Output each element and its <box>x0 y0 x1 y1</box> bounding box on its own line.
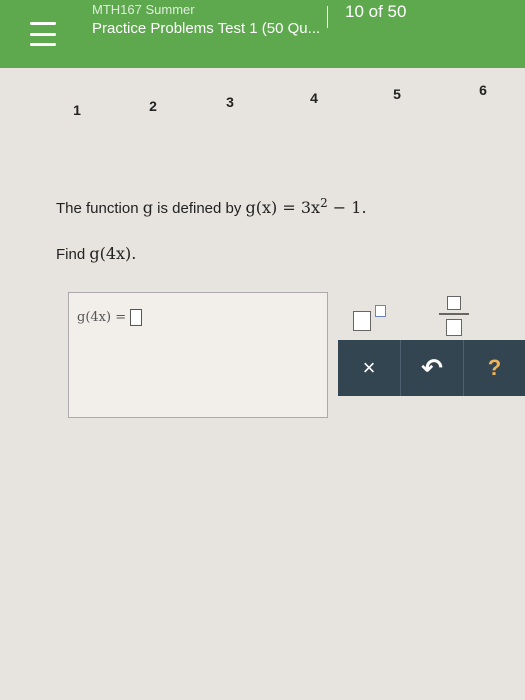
fraction-icon <box>439 296 469 336</box>
find-instruction: Find g(4x). <box>56 244 136 263</box>
find-expression: g(4x). <box>89 244 137 263</box>
answer-cursor-slot[interactable] <box>130 309 143 326</box>
question-nav-item-3[interactable]: 3 <box>215 94 245 110</box>
math-toolpad: × ↶ ? <box>338 294 525 404</box>
undo-button[interactable]: ↶ <box>401 340 463 396</box>
question-statement: The function g is defined by g(x) = 3x2 … <box>56 196 367 217</box>
help-button[interactable]: ? <box>464 340 525 396</box>
superscript-icon <box>353 305 387 331</box>
question-nav-item-5[interactable]: 5 <box>382 86 412 102</box>
clear-icon: × <box>362 355 376 380</box>
action-bar: × ↶ ? <box>338 340 525 396</box>
question-nav-item-4[interactable]: 4 <box>299 90 329 106</box>
question-progress: 10 of 50 <box>345 2 407 21</box>
top-bar: MTH167 Summer Practice Problems Test 1 (… <box>0 0 525 68</box>
question-text-mid: is defined by <box>152 200 246 217</box>
answer-label: g(4x) = <box>77 310 127 325</box>
function-symbol: g <box>142 198 153 217</box>
question-nav: 1 2 3 4 5 6 <box>40 80 520 120</box>
clear-button[interactable]: × <box>338 340 400 396</box>
fraction-button[interactable] <box>430 294 478 338</box>
definition-lhs: g(x) = 3x <box>245 198 321 217</box>
question-text-prefix: The function <box>56 200 143 217</box>
definition-rhs: − 1. <box>327 198 367 217</box>
question-nav-item-6[interactable]: 6 <box>468 82 498 98</box>
question-nav-item-2[interactable]: 2 <box>138 98 168 114</box>
find-prefix: Find <box>56 246 90 263</box>
answer-expression: g(4x) = <box>77 309 143 326</box>
menu-icon[interactable] <box>30 22 56 46</box>
definition-exponent: 2 <box>320 196 328 210</box>
question-nav-item-1[interactable]: 1 <box>62 102 92 118</box>
superscript-button[interactable] <box>346 296 394 340</box>
header-divider <box>327 6 328 28</box>
assignment-title[interactable]: Practice Problems Test 1 (50 Qu... <box>92 20 320 37</box>
undo-icon: ↶ <box>421 352 443 383</box>
course-name: MTH167 Summer <box>92 2 195 17</box>
help-icon: ? <box>487 355 502 380</box>
answer-input-box[interactable]: g(4x) = <box>68 292 328 418</box>
